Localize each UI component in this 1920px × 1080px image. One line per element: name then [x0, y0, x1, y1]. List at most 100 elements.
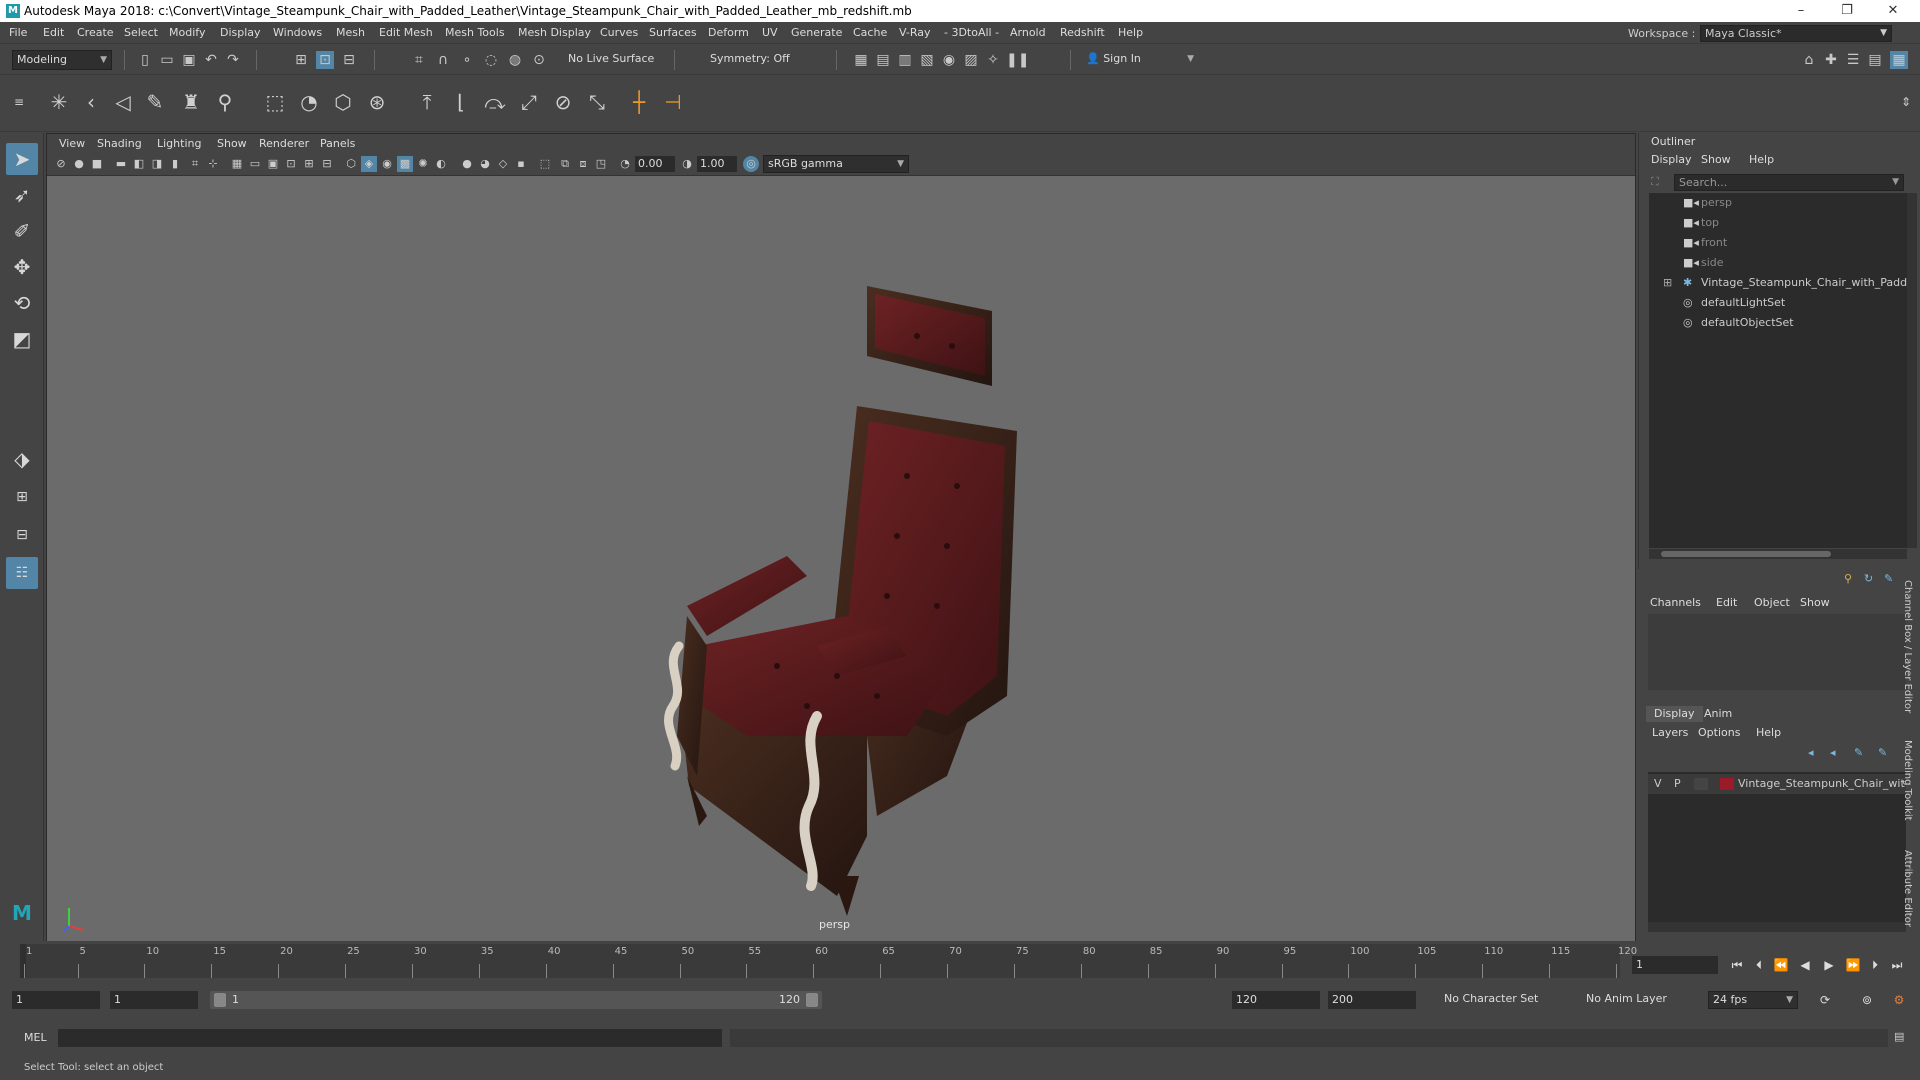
command-input[interactable] [58, 1029, 722, 1047]
paint-select-tool-icon[interactable]: ✐ [6, 215, 38, 247]
step-forward-key-icon[interactable]: ⏩ [1844, 956, 1862, 974]
select-by-object-icon[interactable]: ⊡ [316, 51, 334, 69]
side-tab-modeling-toolkit[interactable]: Modeling Toolkit [1902, 740, 1913, 821]
step-back-key-icon[interactable]: ⏪ [1772, 956, 1790, 974]
outliner-vertical-scrollbar[interactable] [1907, 193, 1917, 548]
anim-layer-dropdown[interactable]: No Anim Layer [1582, 991, 1692, 1009]
gamma-field[interactable]: 1.00 [697, 156, 737, 172]
outliner-item-chair-group[interactable]: ⊞ ✱ Vintage_Steampunk_Chair_with_Padded [1649, 273, 1907, 293]
motion-blur-icon[interactable]: ◉ [379, 156, 395, 172]
channel-box-refresh-icon[interactable]: ↻ [1864, 572, 1873, 585]
safe-action-icon[interactable]: ◳ [593, 156, 609, 172]
script-language-label[interactable]: MEL [24, 1031, 47, 1044]
target-weld-icon[interactable]: ⊘ [550, 88, 576, 116]
menu-file[interactable]: File [9, 26, 27, 39]
fps-dropdown[interactable]: 24 fps ▼ [1708, 991, 1798, 1009]
layer-row[interactable]: V P Vintage_Steampunk_Chair_wit [1648, 774, 1906, 794]
menu-3dtoall[interactable]: - 3DtoAll - [944, 26, 999, 39]
redo-icon[interactable]: ↷ [224, 51, 242, 69]
select-by-hierarchy-icon[interactable]: ⊞ [292, 51, 310, 69]
animation-end-field[interactable]: 200 [1328, 991, 1416, 1009]
bevel-icon[interactable]: ⌊ [448, 88, 474, 116]
backface-culling-icon[interactable]: ▪ [513, 156, 529, 172]
menu-redshift[interactable]: Redshift [1060, 26, 1105, 39]
move-layer-up-icon[interactable]: ◂ [1808, 746, 1814, 759]
camera-attributes-icon[interactable]: ● [71, 156, 87, 172]
select-camera-icon[interactable]: ⊘ [53, 156, 69, 172]
character-controls-icon[interactable]: ✚ [1822, 51, 1840, 69]
layer-list[interactable]: V P Vintage_Steampunk_Chair_wit [1648, 772, 1906, 922]
insert-edge-loop-icon[interactable]: ⤡ [584, 88, 610, 116]
snap-to-curve-icon[interactable]: ∩ [434, 51, 452, 69]
poly-cylinder-icon[interactable]: ⬡ [330, 88, 356, 116]
viewport-menu-shading[interactable]: Shading [97, 137, 142, 150]
character-set-dropdown[interactable]: No Character Set [1440, 991, 1568, 1009]
snap-to-point-icon[interactable]: ∘ [458, 51, 476, 69]
workspace-dropdown[interactable]: Maya Classic* ▼ [1700, 25, 1892, 42]
menu-mesh-display[interactable]: Mesh Display [518, 26, 591, 39]
menu-mesh-tools[interactable]: Mesh Tools [445, 26, 505, 39]
create-layer-from-selected-icon[interactable]: ✎ [1878, 746, 1887, 759]
color-management-icon[interactable]: ◎ [743, 156, 759, 172]
ep-curve-icon[interactable]: ◁ [110, 88, 136, 116]
poly-plane-icon[interactable]: ⊛ [364, 88, 390, 116]
extrude-icon[interactable]: ⤒ [414, 88, 440, 116]
play-backwards-icon[interactable]: ◀ [1796, 956, 1814, 974]
menu-surfaces[interactable]: Surfaces [649, 26, 697, 39]
view-transform-dropdown[interactable]: sRGB gamma ▼ [763, 155, 909, 173]
layer-display-type-toggle[interactable] [1694, 778, 1708, 790]
layer-menu-layers[interactable]: Layers [1652, 726, 1688, 739]
outliner-menu-display[interactable]: Display [1651, 153, 1692, 166]
playback-end-field[interactable]: 120 [1232, 991, 1320, 1009]
animation-start-field[interactable]: 1 [12, 991, 100, 1009]
channelbox-menu-object[interactable]: Object [1754, 596, 1790, 609]
isolate-select-icon[interactable]: ◐ [433, 156, 449, 172]
layer-name[interactable]: Vintage_Steampunk_Chair_wit [1738, 774, 1905, 794]
exposure-icon[interactable]: ◔ [617, 156, 633, 172]
menu-deform[interactable]: Deform [708, 26, 749, 39]
menu-help[interactable]: Help [1118, 26, 1143, 39]
xray-active-icon[interactable]: ◕ [477, 156, 493, 172]
outliner-menu-help[interactable]: Help [1749, 153, 1774, 166]
menu-vray[interactable]: V-Ray [899, 26, 931, 39]
symmetry-dropdown[interactable]: Symmetry: Off [706, 50, 806, 70]
menu-cache[interactable]: Cache [853, 26, 887, 39]
anti-aliasing-icon[interactable]: ▩ [397, 156, 413, 172]
outliner-item-top[interactable]: ■◂ top [1649, 213, 1907, 233]
use-all-lights-icon[interactable]: ⊟ [319, 156, 335, 172]
cv-curve-icon[interactable]: ‹ [78, 88, 104, 116]
go-to-end-icon[interactable]: ⏭ [1888, 956, 1906, 974]
timeline-track[interactable]: 1 5 10 15 20 25 30 35 40 45 50 55 60 65 70 75 80 85 90 95 10… [20, 944, 1637, 978]
new-scene-icon[interactable]: ▯ [136, 51, 154, 69]
outliner-item-persp[interactable]: ■◂ persp [1649, 193, 1907, 213]
attribute-editor-icon[interactable]: ☰ [1844, 51, 1862, 69]
poly-sphere-icon[interactable]: ◔ [296, 88, 322, 116]
film-gate-icon[interactable]: ⌗ [187, 156, 203, 172]
render-setup-icon[interactable]: ▨ [962, 51, 980, 69]
go-to-start-icon[interactable]: ⏮ [1728, 956, 1746, 974]
menu-select[interactable]: Select [124, 26, 158, 39]
channel-box-icon[interactable]: ▦ [1890, 51, 1908, 69]
sculpt-star-icon[interactable]: ✳ [46, 88, 72, 116]
open-scene-icon[interactable]: ▭ [158, 51, 176, 69]
script-editor-icon[interactable]: ▤ [1894, 1030, 1904, 1043]
soft-select-icon[interactable]: ⬗ [6, 443, 38, 475]
pencil-curve-icon[interactable]: ✎ [142, 88, 168, 116]
viewport-menu-lighting[interactable]: Lighting [157, 137, 201, 150]
create-empty-layer-icon[interactable]: ✎ [1854, 746, 1863, 759]
rotate-tool-icon[interactable]: ⟲ [6, 287, 38, 319]
joint-tool-icon[interactable]: ⚲ [212, 88, 238, 116]
single-perspective-layout-icon[interactable]: ⊞ [6, 481, 38, 513]
field-chart-icon[interactable]: ⧈ [575, 156, 591, 172]
tool-settings-icon[interactable]: ▤ [1866, 51, 1884, 69]
channelbox-menu-show[interactable]: Show [1800, 596, 1830, 609]
bookmark-icon[interactable]: ■ [89, 156, 105, 172]
depth-of-field-icon[interactable]: ✺ [415, 156, 431, 172]
playback-start-field[interactable]: 1 [110, 991, 198, 1009]
exposure-field[interactable]: 0.00 [635, 156, 675, 172]
render-view-icon[interactable]: ▦ [852, 51, 870, 69]
layer-color-swatch[interactable] [1720, 778, 1734, 790]
expand-icon[interactable]: ⊞ [1663, 273, 1672, 293]
layer-visibility-toggle[interactable]: V [1654, 774, 1662, 794]
make-live-icon[interactable]: ◍ [506, 51, 524, 69]
